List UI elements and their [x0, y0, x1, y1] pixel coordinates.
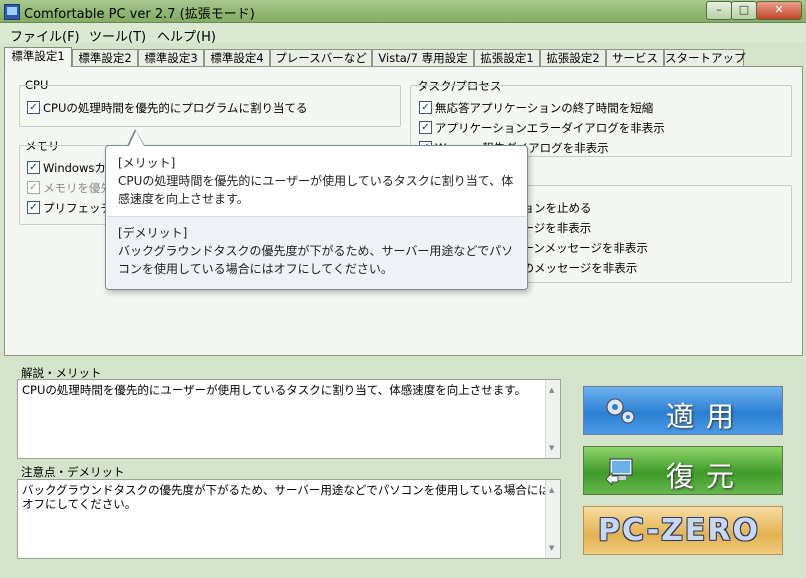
restore-pc-icon: [605, 458, 633, 486]
apply-label: 適用: [666, 400, 747, 433]
checkbox-checked-icon: ✓: [419, 121, 432, 134]
checkbox-checked-icon: ✓: [27, 181, 40, 194]
ui-option-4[interactable]: ーのメッセージを非表示: [511, 260, 637, 276]
pczero-logo: PC-ZERO: [598, 513, 760, 548]
checkbox-checked-icon: ✓: [27, 201, 40, 214]
memory-option-2-label: メモリを優先: [43, 181, 112, 195]
tab-placebar[interactable]: プレースバーなど: [270, 49, 372, 67]
tab-startup[interactable]: スタートアップ: [664, 49, 746, 67]
tooltip-pointer-fill: [129, 131, 144, 146]
tooltip-balloon: [メリット] CPUの処理時間を優先的にユーザーが使用しているタスクに割り当て、…: [105, 145, 528, 290]
caution-textarea[interactable]: バックグラウンドタスクの優先度が下がるため、サーバー用途などでパソコンを使用して…: [17, 479, 561, 559]
task-option-1-label: 無応答アプリケーションの終了時間を短縮: [435, 101, 654, 115]
menu-tools[interactable]: ツール(T): [89, 26, 146, 45]
apply-button[interactable]: 適用: [583, 386, 783, 435]
scroll-down-icon[interactable]: ▼: [549, 541, 554, 555]
menu-bar: ファイル(F) ツール(T) ヘルプ(H): [0, 23, 806, 45]
tab-standard-1[interactable]: 標準設定1: [4, 47, 72, 67]
tab-standard-2[interactable]: 標準設定2: [72, 49, 138, 67]
window-title: Comfortable PC ver 2.7 (拡張モード): [24, 7, 255, 22]
task-option-2[interactable]: ✓ アプリケーションエラーダイアログを非表示: [419, 120, 665, 136]
tooltip-demerit-body: バックグラウンドタスクの優先度が下がるため、サーバー用途などでパソコンを使用して…: [118, 244, 514, 276]
checkbox-checked-icon: ✓: [27, 101, 40, 114]
ui-option-3-label: ルーンメッセージを非表示: [511, 241, 648, 255]
caution-text: バックグラウンドタスクの優先度が下がるため、サーバー用途などでパソコンを使用して…: [22, 483, 550, 511]
maximize-button[interactable]: □: [731, 1, 757, 20]
tab-extended-1[interactable]: 拡張設定1: [474, 49, 540, 67]
restore-label: 復元: [666, 460, 747, 493]
description-scrollbar[interactable]: ▲ ▼: [545, 380, 560, 458]
tooltip-merit-body: CPUの処理時間を優先的にユーザーが使用しているタスクに割り当て、体感速度を向上…: [118, 174, 514, 206]
tooltip-demerit-title: [デメリット]: [118, 226, 188, 240]
ui-option-4-label: ーのメッセージを非表示: [511, 261, 638, 275]
menu-help[interactable]: ヘルプ(H): [157, 26, 216, 45]
tab-vista7[interactable]: Vista/7 専用設定: [372, 49, 474, 67]
scroll-up-icon[interactable]: ▲: [549, 483, 554, 497]
restore-button[interactable]: 復元: [583, 446, 783, 495]
ui-option-3[interactable]: ルーンメッセージを非表示: [511, 240, 648, 256]
task-option-1[interactable]: ✓ 無応答アプリケーションの終了時間を短縮: [419, 100, 653, 116]
scroll-up-icon[interactable]: ▲: [549, 383, 554, 397]
tooltip-demerit-section: [デメリット] バックグラウンドタスクの優先度が下がるため、サーバー用途などでパ…: [107, 216, 526, 289]
cpu-priority-label: CPUの処理時間を優先的にプログラムに割り当てる: [43, 101, 308, 115]
gears-icon: [606, 398, 635, 424]
title-bar: Comfortable PC ver 2.7 (拡張モード) – □ ✕: [0, 0, 806, 23]
close-button[interactable]: ✕: [756, 1, 802, 20]
tab-extended-2[interactable]: 拡張設定2: [540, 49, 606, 67]
tab-services[interactable]: サービス: [606, 49, 664, 67]
scroll-down-icon[interactable]: ▼: [549, 441, 554, 455]
tab-standard-3[interactable]: 標準設定3: [138, 49, 204, 67]
memory-option-2: ✓ メモリを優先: [27, 180, 112, 196]
tooltip-merit-section: [メリット] CPUの処理時間を優先的にユーザーが使用しているタスクに割り当て、…: [107, 147, 526, 215]
description-text: CPUの処理時間を優先的にユーザーが使用しているタスクに割り当て、体感速度を向上…: [22, 383, 527, 397]
pczero-button[interactable]: PC-ZERO: [583, 506, 783, 555]
caution-label: 注意点・デメリット: [21, 465, 125, 479]
memory-option-1[interactable]: ✓ Windowsカー: [27, 160, 117, 176]
task-option-2-label: アプリケーションエラーダイアログを非表示: [435, 121, 665, 135]
tab-standard-4[interactable]: 標準設定4: [204, 49, 270, 67]
minimize-button[interactable]: –: [706, 1, 732, 20]
caution-scrollbar[interactable]: ▲ ▼: [545, 480, 560, 558]
checkbox-checked-icon: ✓: [419, 101, 432, 114]
checkbox-checked-icon: ✓: [27, 161, 40, 174]
cpu-priority-checkbox[interactable]: ✓ CPUの処理時間を優先的にプログラムに割り当てる: [27, 100, 308, 116]
app-icon: [4, 4, 20, 20]
menu-file[interactable]: ファイル(F): [10, 26, 80, 45]
description-textarea[interactable]: CPUの処理時間を優先的にユーザーが使用しているタスクに割り当て、体感速度を向上…: [17, 379, 561, 459]
tooltip-merit-title: [メリット]: [118, 156, 176, 170]
